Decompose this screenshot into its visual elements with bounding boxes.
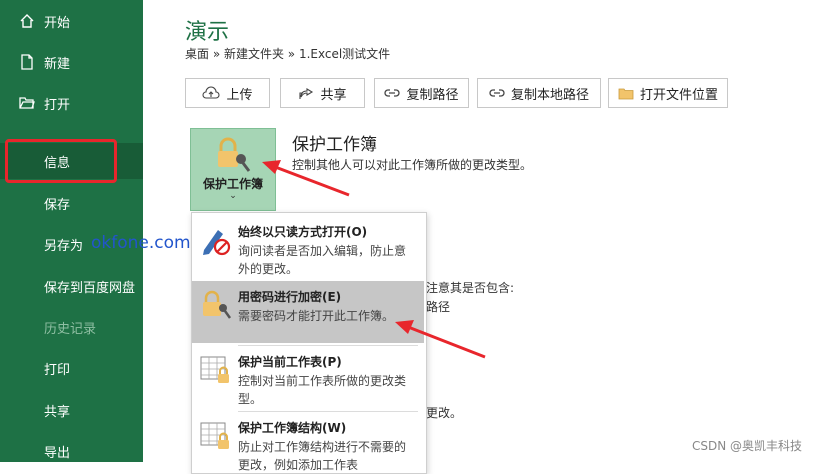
annotation-arrow	[395, 320, 486, 359]
credit-watermark: CSDN @奥凯丰科技	[692, 439, 803, 453]
annotation-arrows	[262, 160, 486, 359]
annotation-arrow	[262, 160, 350, 197]
